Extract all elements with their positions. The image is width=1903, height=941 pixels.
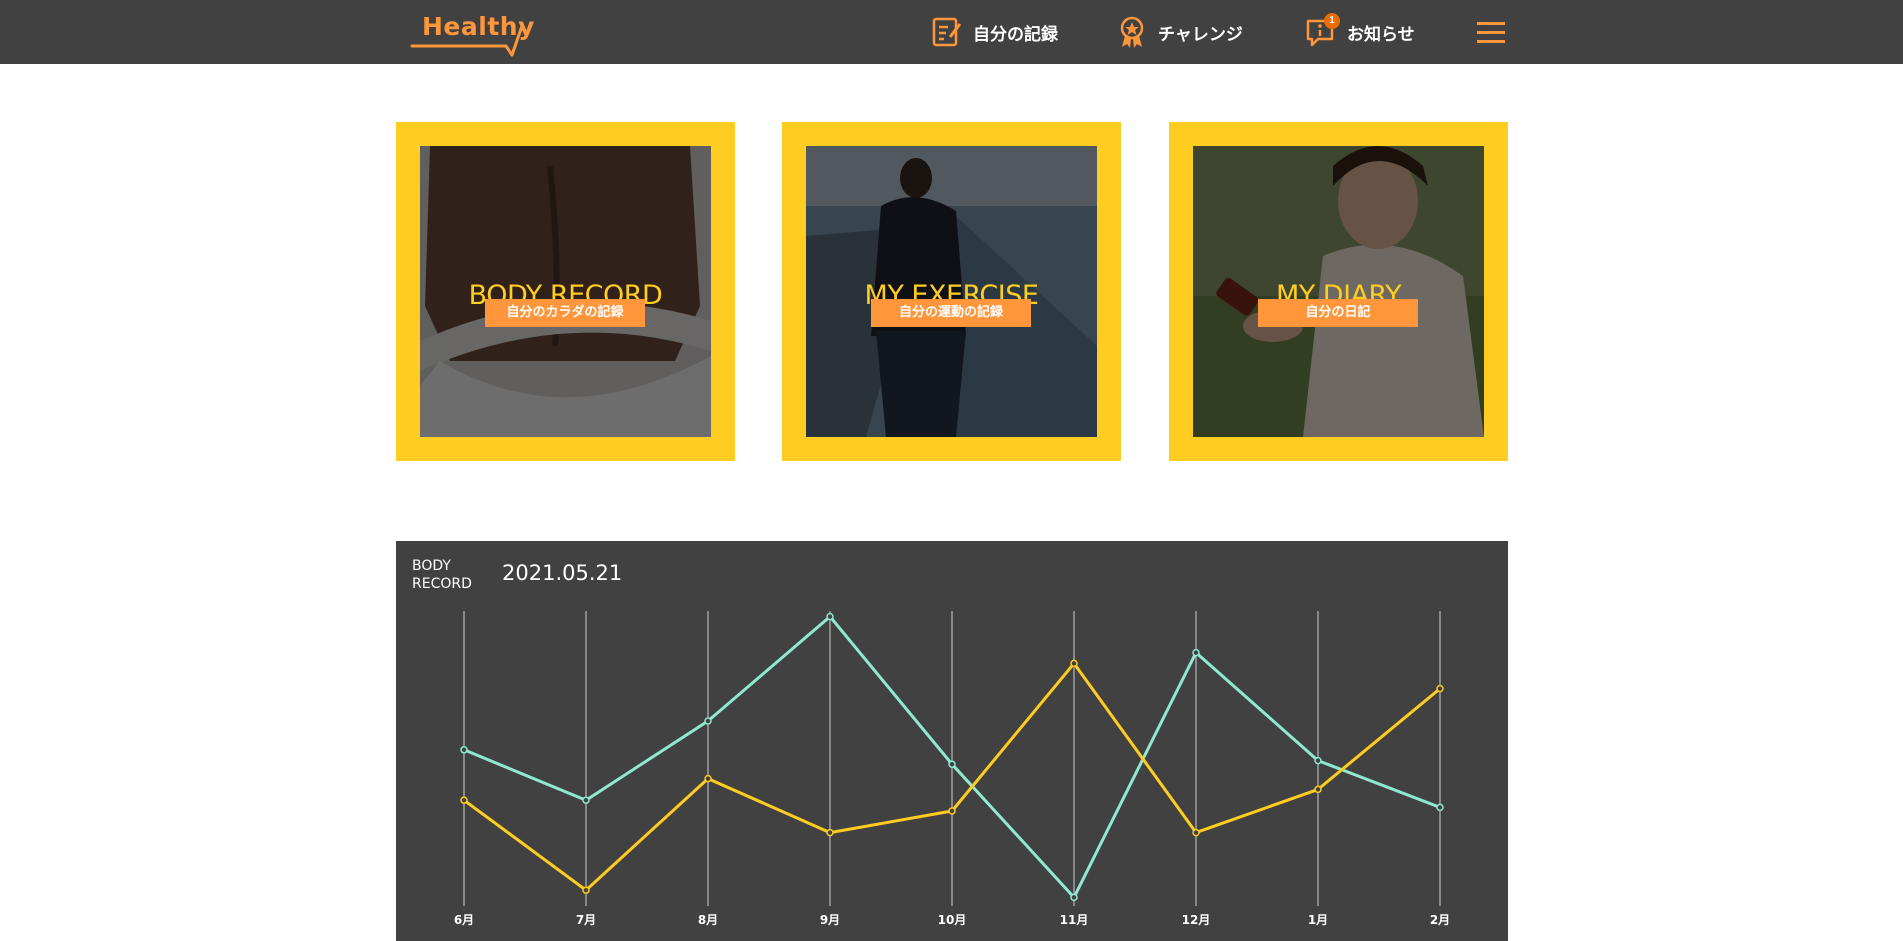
data-point <box>1070 659 1078 668</box>
data-point <box>460 746 468 754</box>
info-notification-icon: 1 <box>1304 13 1340 49</box>
x-tick-label: 8月 <box>698 913 718 927</box>
data-point <box>704 774 712 783</box>
body-record-graph: BODY RECORD 2021.05.21 6月 7月 8月 9月 10月 11月 12月… <box>396 541 1508 941</box>
top-header: Healthy 自分の記録 チャレンジ 1 お知らせ <box>0 0 1903 64</box>
nav-my-record[interactable]: 自分の記録 <box>930 14 1058 50</box>
data-point <box>1070 893 1078 902</box>
card-body-record[interactable]: BODY RECORD 自分のカラダの記録 <box>396 122 735 461</box>
data-point <box>826 612 834 621</box>
data-point <box>1436 803 1444 812</box>
card-my-diary[interactable]: MY DIARY 自分の日記 <box>1169 122 1508 461</box>
data-point <box>948 807 956 815</box>
data-point <box>1192 648 1200 657</box>
nav-news-label: お知らせ <box>1347 24 1415 45</box>
card-subtitle-my-diary: 自分の日記 <box>1258 299 1418 327</box>
data-point <box>1436 684 1444 693</box>
data-point <box>1314 756 1322 765</box>
challenge-medal-icon <box>1115 15 1149 49</box>
healthy-logo[interactable]: Healthy <box>410 8 534 58</box>
card-my-exercise[interactable]: MY EXERCISE 自分の運動の記録 <box>782 122 1121 461</box>
data-point <box>948 760 956 768</box>
x-tick-label: 9月 <box>820 913 840 927</box>
my-diary-photo: MY DIARY 自分の日記 <box>1193 146 1484 437</box>
x-tick-label: 2月 <box>1430 913 1450 927</box>
data-point <box>460 796 468 804</box>
nav-challenge[interactable]: チャレンジ <box>1115 14 1243 50</box>
data-point <box>1314 785 1322 794</box>
x-tick-label: 1月 <box>1308 913 1328 927</box>
nav-my-record-label: 自分の記録 <box>973 24 1058 45</box>
nav-challenge-label: チャレンジ <box>1158 24 1243 45</box>
x-tick-label: 12月 <box>1182 913 1211 927</box>
body-record-photo: BODY RECORD 自分のカラダの記録 <box>420 146 711 437</box>
data-point <box>582 796 590 804</box>
card-subtitle-my-exercise: 自分の運動の記録 <box>871 299 1031 327</box>
line-chart: 6月 7月 8月 9月 10月 11月 12月 1月 2月 <box>454 611 1450 927</box>
x-tick-label: 7月 <box>576 913 596 927</box>
hamburger-menu-icon[interactable] <box>1476 20 1506 44</box>
notification-badge: 1 <box>1324 13 1340 29</box>
memo-icon <box>930 15 964 49</box>
card-subtitle-body-record: 自分のカラダの記録 <box>485 299 645 327</box>
nav-news[interactable]: 1 お知らせ <box>1304 13 1415 50</box>
my-exercise-photo: MY EXERCISE 自分の運動の記録 <box>806 146 1097 437</box>
x-tick-label: 10月 <box>938 913 967 927</box>
data-point <box>1192 828 1200 837</box>
x-tick-label: 11月 <box>1060 913 1089 927</box>
data-point <box>826 828 834 837</box>
x-tick-label: 6月 <box>454 913 474 927</box>
logo-text: Healthy <box>422 12 535 41</box>
data-point <box>582 886 590 894</box>
data-point <box>704 717 712 725</box>
